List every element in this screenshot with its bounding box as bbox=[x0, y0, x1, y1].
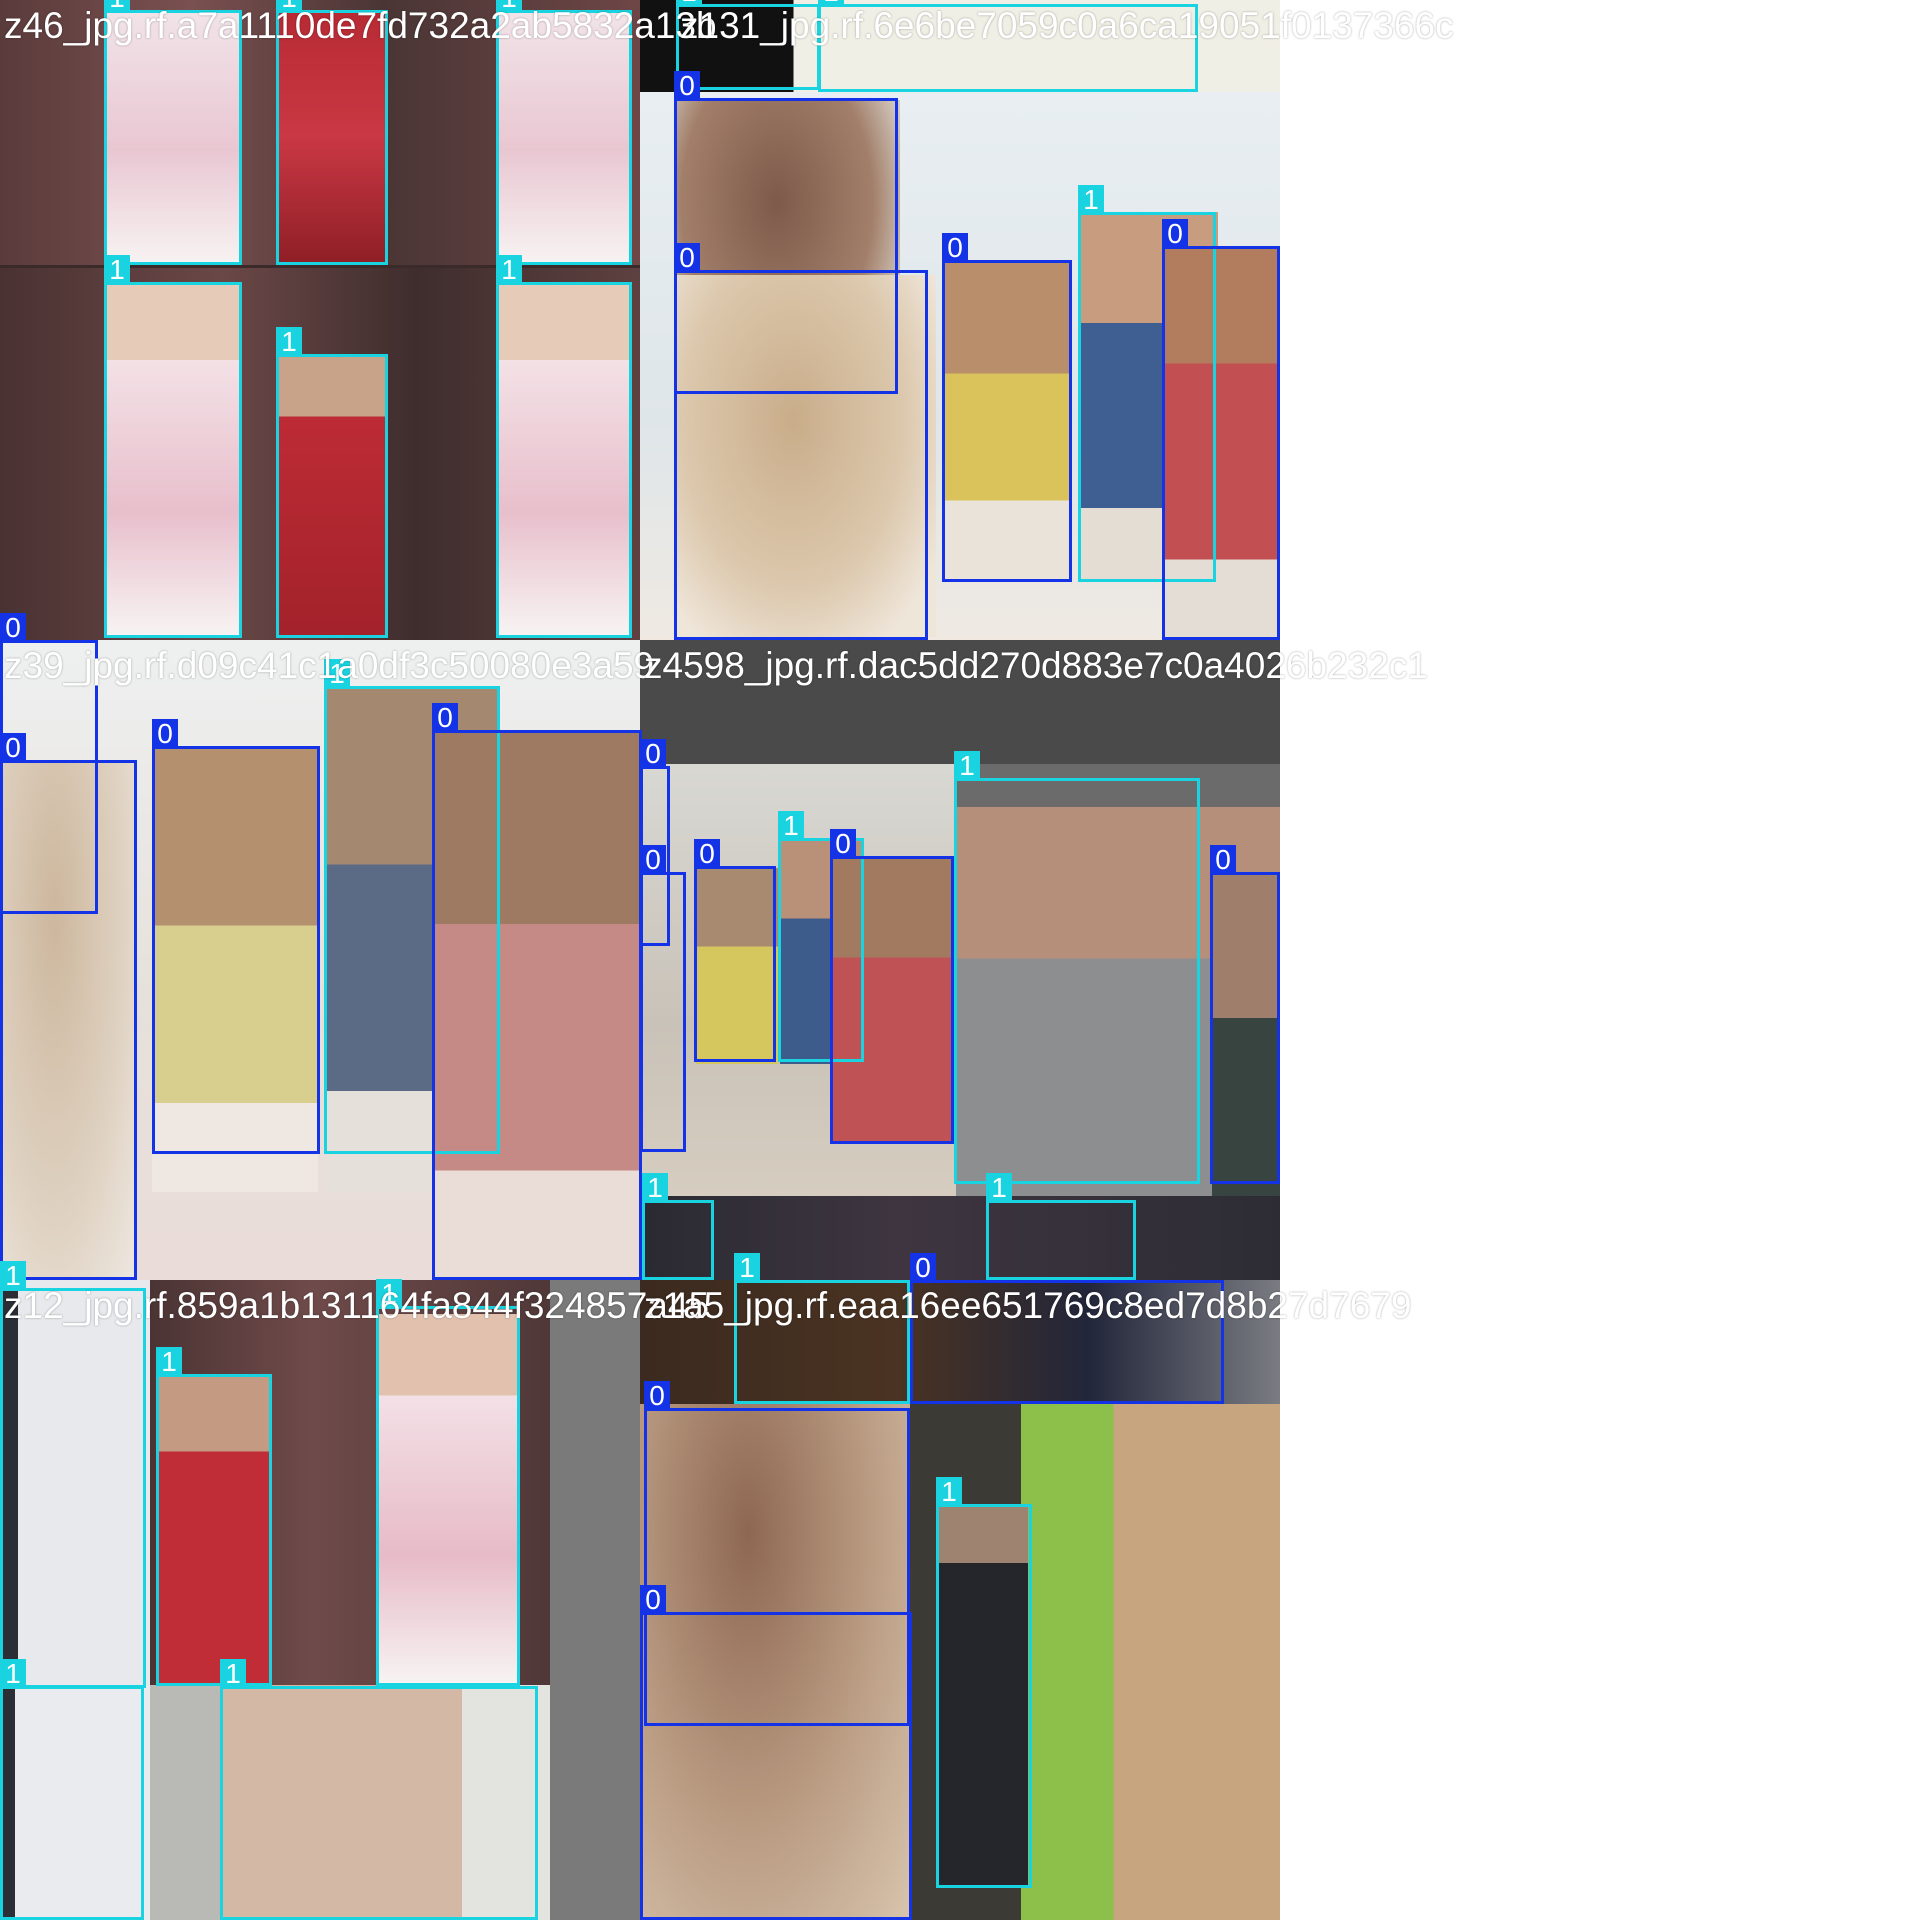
class-label: 1 bbox=[642, 1173, 668, 1203]
detection-box-class-1: 1 bbox=[104, 0, 242, 265]
class-label: 0 bbox=[674, 71, 700, 101]
class-label: 0 bbox=[910, 1253, 936, 1283]
class-label: 1 bbox=[0, 1659, 26, 1689]
detection-box-class-0: 0 bbox=[0, 733, 137, 1280]
class-label: 1 bbox=[936, 1477, 962, 1507]
detection-box-class-0: 0 bbox=[640, 1585, 912, 1920]
detection-box-class-1: 1 bbox=[642, 1173, 714, 1280]
class-label: 1 bbox=[156, 1347, 182, 1377]
detection-box-class-1: 1 bbox=[156, 1347, 272, 1686]
image-filename-caption: z46_jpg.rf.a7a1110de7fd732a2ab5832a13b bbox=[4, 5, 717, 46]
class-label: 0 bbox=[432, 703, 458, 733]
detection-box-class-1: 1 bbox=[376, 1279, 520, 1686]
detection-box-class-1: 1 bbox=[936, 1477, 1032, 1888]
detection-box-class-0: 0 bbox=[830, 829, 954, 1144]
class-label: 0 bbox=[640, 845, 666, 875]
image-filename-caption: z12_jpg.rf.859a1b131164fa844f324857a45 bbox=[4, 1285, 710, 1326]
class-label: 1 bbox=[778, 811, 804, 841]
detection-box-class-0: 0 bbox=[152, 719, 320, 1154]
class-label: 1 bbox=[954, 751, 980, 781]
class-label: 0 bbox=[830, 829, 856, 859]
class-label: 1 bbox=[734, 1253, 760, 1283]
detection-box-class-1: 1 bbox=[276, 327, 388, 638]
detection-box-class-0: 0 bbox=[432, 703, 642, 1280]
class-label: 0 bbox=[644, 1381, 670, 1411]
detection-box-class-0: 0 bbox=[694, 839, 776, 1062]
class-label: 0 bbox=[674, 243, 700, 273]
detection-box-class-1: 1 bbox=[0, 1261, 146, 1688]
image-filename-caption: z39_jpg.rf.d09c41c1a0df3c50080e3a59 bbox=[4, 645, 655, 686]
detection-box-class-0: 0 bbox=[674, 243, 928, 640]
class-label: 0 bbox=[0, 733, 26, 763]
class-label: 1 bbox=[496, 255, 522, 285]
detection-box-class-1: 1 bbox=[496, 255, 632, 638]
detection-box-class-0: 0 bbox=[942, 233, 1072, 582]
detection-box-class-1: 1 bbox=[276, 0, 388, 265]
image-filename-caption: z1a5_jpg.rf.eaa16ee651769c8ed7d8b27d7679 bbox=[644, 1285, 1412, 1326]
class-label: 0 bbox=[0, 613, 26, 643]
detection-box-class-1: 1 bbox=[496, 0, 632, 265]
class-label: 0 bbox=[1210, 845, 1236, 875]
class-label: 1 bbox=[1078, 185, 1104, 215]
detection-box-class-1: 1 bbox=[986, 1173, 1136, 1280]
class-label: 0 bbox=[942, 233, 968, 263]
class-label: 0 bbox=[640, 1585, 666, 1615]
detection-box-class-1: 1 bbox=[0, 1659, 144, 1920]
class-label: 1 bbox=[986, 1173, 1012, 1203]
class-label: 0 bbox=[694, 839, 720, 869]
detection-box-class-0: 0 bbox=[640, 845, 686, 1152]
image-filename-caption: z131_jpg.rf.6e6be7059c0a6ca19051f0137366… bbox=[680, 5, 1454, 46]
detection-box-class-1: 1 bbox=[104, 255, 242, 638]
class-label: 1 bbox=[276, 327, 302, 357]
class-label: 0 bbox=[640, 739, 666, 769]
detection-box-class-0: 0 bbox=[1210, 845, 1280, 1184]
detection-box-class-0: 0 bbox=[1162, 219, 1280, 640]
detection-box-class-1: 1 bbox=[954, 751, 1200, 1184]
class-label: 1 bbox=[220, 1659, 246, 1689]
class-label: 1 bbox=[104, 255, 130, 285]
image-filename-caption: z4598_jpg.rf.dac5dd270d883e7c0a4026b232c… bbox=[644, 645, 1428, 686]
class-label: 0 bbox=[152, 719, 178, 749]
detection-box-class-1: 1 bbox=[220, 1659, 538, 1920]
class-label: 0 bbox=[1162, 219, 1188, 249]
